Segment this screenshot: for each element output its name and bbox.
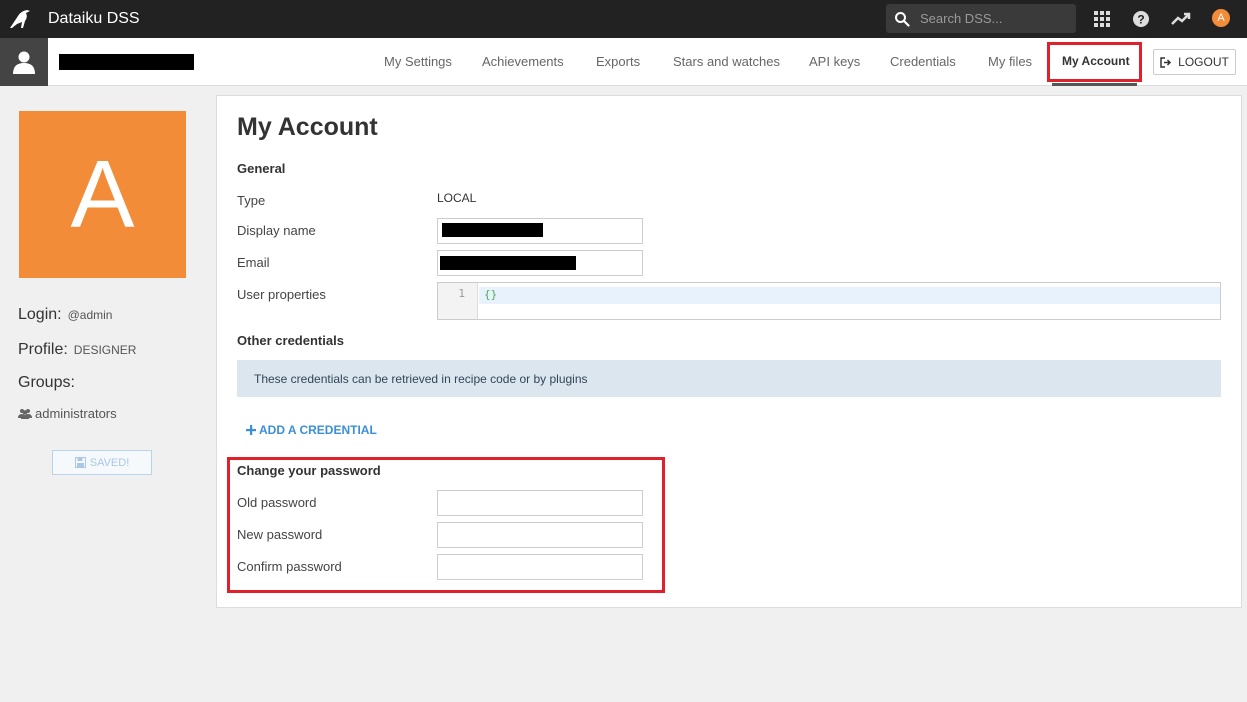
add-credential-button[interactable]: ADD A CREDENTIAL: [246, 423, 377, 437]
app-title[interactable]: Dataiku DSS: [48, 10, 140, 28]
user-icon-block: [0, 38, 48, 86]
profile-avatar: A: [19, 111, 186, 278]
groups-label: Groups:: [18, 374, 75, 391]
tab-my-files[interactable]: My files: [988, 54, 1032, 69]
section-general-title: General: [237, 161, 286, 176]
profile-value: DESIGNER: [73, 343, 137, 357]
users-icon: [18, 409, 32, 419]
redacted-display-name: [442, 223, 543, 237]
tab-my-settings[interactable]: My Settings: [384, 54, 452, 69]
credentials-info-box: These credentials can be retrieved in re…: [237, 360, 1221, 397]
redacted-user-name: [59, 54, 194, 70]
user-avatar-small[interactable]: A: [1212, 9, 1230, 27]
page-title: My Account: [237, 113, 378, 141]
profile-label: Profile:: [18, 341, 68, 358]
add-credential-label: ADD A CREDENTIAL: [259, 423, 377, 437]
group-name: administrators: [35, 406, 117, 421]
profile-row: Profile: DESIGNER: [18, 341, 136, 359]
type-value: LOCAL: [437, 191, 477, 205]
redacted-email: [440, 256, 576, 270]
apps-grid-icon[interactable]: [1092, 9, 1112, 29]
section-other-credentials-title: Other credentials: [237, 333, 344, 348]
plus-icon: [246, 425, 256, 435]
line-number: 1: [458, 287, 465, 300]
login-value: @admin: [67, 308, 113, 322]
user-properties-label: User properties: [237, 287, 326, 302]
save-floppy-icon: [74, 457, 86, 468]
email-label: Email: [237, 255, 270, 270]
login-row: Login: @admin: [18, 306, 112, 324]
user-icon: [13, 51, 35, 74]
profile-navbar: My Settings Achievements Exports Stars a…: [0, 38, 1247, 86]
code-active-line: {}: [479, 287, 1220, 304]
login-label: Login:: [18, 306, 62, 323]
saved-label: SAVED!: [89, 456, 130, 469]
code-gutter: 1: [438, 283, 478, 319]
tab-stars-and-watches[interactable]: Stars and watches: [673, 54, 780, 69]
saved-button[interactable]: SAVED!: [52, 450, 152, 475]
display-name-label: Display name: [237, 223, 316, 238]
search-icon: [895, 12, 910, 27]
user-properties-editor[interactable]: 1 {}: [437, 282, 1221, 320]
activity-trend-icon[interactable]: [1171, 9, 1191, 29]
dataiku-bird-logo-icon[interactable]: [8, 8, 32, 30]
help-icon[interactable]: ?: [1131, 9, 1151, 29]
change-password-highlight-box: [227, 457, 665, 593]
svg-text:?: ?: [1137, 13, 1144, 27]
tab-exports[interactable]: Exports: [596, 54, 640, 69]
tab-credentials[interactable]: Credentials: [890, 54, 956, 69]
tab-achievements[interactable]: Achievements: [482, 54, 564, 69]
type-label: Type: [237, 193, 266, 208]
top-navbar: Dataiku DSS ? A: [0, 0, 1247, 38]
my-account-highlight-box: [1047, 42, 1142, 82]
search-input[interactable]: [920, 9, 1070, 28]
group-item[interactable]: administrators: [18, 406, 117, 421]
search-box[interactable]: [886, 4, 1076, 33]
logout-label: LOGOUT: [1178, 55, 1229, 69]
active-tab-underline: [1052, 83, 1137, 86]
code-text: {}: [484, 288, 498, 301]
tab-api-keys[interactable]: API keys: [809, 54, 860, 69]
credentials-info-text: These credentials can be retrieved in re…: [254, 372, 588, 386]
logout-button[interactable]: LOGOUT: [1153, 49, 1236, 75]
sign-out-icon: [1160, 56, 1172, 68]
